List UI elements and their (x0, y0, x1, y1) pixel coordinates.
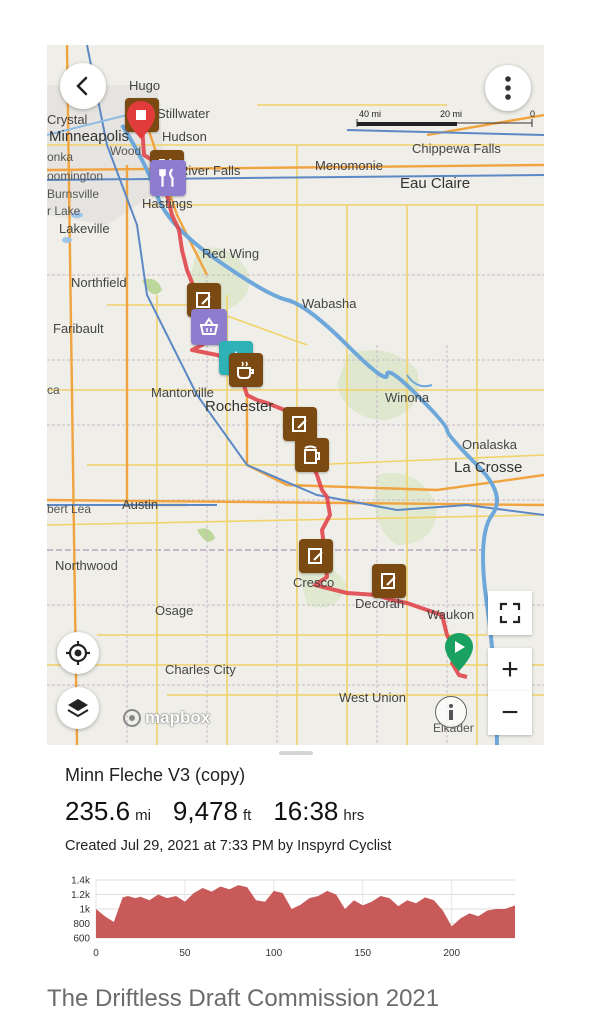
place-label-burnsville: Burnsville (47, 187, 100, 201)
distance-unit: mi (135, 807, 151, 824)
place-label-wabasha: Wabasha (302, 296, 357, 311)
notes-icon (308, 548, 323, 564)
poi-marker-notes[interactable] (372, 564, 406, 598)
place-label-la-crosse: La Crosse (454, 459, 523, 476)
place-label-winona: Winona (385, 390, 430, 405)
place-label-bloomington: oomington (47, 169, 104, 183)
scale-label-20: 20 mi (440, 109, 463, 119)
place-label-lakeville: Lakeville (59, 221, 110, 236)
y-tick-label: 1.4k (71, 876, 91, 887)
place-label-faribault: Faribault (53, 321, 104, 336)
place-label-albert-lea: bert Lea (47, 502, 92, 516)
layers-icon (67, 699, 89, 718)
x-tick-label: 50 (179, 948, 191, 959)
route-title: Minn Fleche V3 (copy) (65, 765, 246, 785)
place-label-northfield: Northfield (71, 275, 127, 290)
end-pin-icon (127, 101, 155, 139)
start-pin-icon (445, 633, 473, 671)
scale-label-40: 40 mi (359, 109, 382, 119)
place-label-rochester: Rochester (205, 398, 274, 415)
y-tick-label: 600 (73, 934, 90, 945)
place-label-minneapolis: Minneapolis (49, 128, 130, 145)
place-label-eau-claire: Eau Claire (400, 175, 471, 192)
basket-icon (199, 317, 219, 335)
route-start-pin[interactable] (445, 633, 473, 676)
mapbox-logo-icon (123, 709, 141, 727)
plus-icon: + (501, 653, 519, 686)
layers-button[interactable] (57, 687, 99, 729)
locate-target-icon (66, 641, 90, 665)
place-label-chippewa-falls: Chippewa Falls (412, 141, 501, 156)
place-label-wood: Wood (110, 144, 142, 158)
poi-marker-coffee[interactable] (229, 353, 263, 387)
place-label-waukon: Waukon (427, 607, 475, 622)
poi-marker-notes[interactable] (283, 407, 317, 441)
x-tick-label: 200 (443, 948, 460, 959)
place-label-prior-lake: r Lake (47, 204, 81, 218)
place-label-menomonie: Menomonie (315, 158, 383, 173)
notes-icon (381, 573, 396, 589)
place-label-onalaska: Onalaska (462, 437, 517, 452)
distance-value: 235.6 (65, 796, 131, 826)
place-label-cresco: Cresco (293, 575, 335, 590)
fullscreen-button[interactable] (488, 591, 532, 635)
x-tick-label: 100 (266, 948, 283, 959)
minus-icon: − (501, 696, 519, 729)
elevation-chart[interactable]: 1.4k 1.2k 1k 800 6000 50 100 150 200 (60, 872, 530, 968)
place-label-northwood: Northwood (55, 558, 118, 573)
zoom-out-button[interactable]: − (488, 691, 532, 735)
mapbox-attribution[interactable]: mapbox (122, 708, 210, 728)
place-label-stillwater: Stillwater (157, 106, 210, 121)
locate-button[interactable] (57, 632, 99, 674)
x-tick-label: 150 (354, 948, 371, 959)
collection-title: The Driftless Draft Commission 2021 (47, 985, 440, 1012)
scale-label-0: 0 (530, 109, 536, 119)
zoom-in-button[interactable]: + (488, 648, 532, 692)
poi-marker-restaurant[interactable] (150, 160, 186, 196)
place-label-crystal: Crystal (47, 112, 88, 127)
y-tick-label: 1.2k (71, 890, 91, 901)
poi-marker-shop[interactable] (191, 309, 227, 345)
place-label-hugo: Hugo (129, 78, 161, 93)
map-scale-bar (356, 119, 533, 127)
x-tick-label: 0 (93, 948, 99, 959)
place-label-charles-city: Charles City (165, 662, 236, 677)
mapbox-label: mapbox (145, 708, 211, 727)
elevation-gain-unit: ft (242, 807, 252, 824)
chevron-left-icon (76, 76, 88, 96)
route-map[interactable]: Hugo Stillwater Crystal Minneapolis Huds… (47, 45, 544, 745)
notes-icon (196, 292, 211, 308)
notes-icon (292, 416, 307, 432)
duration-unit: hrs (343, 807, 365, 824)
sheet-drag-handle[interactable] (279, 751, 313, 755)
more-options-button[interactable] (485, 65, 531, 111)
back-button[interactable] (60, 63, 106, 109)
coffee-icon (237, 361, 254, 379)
route-end-pin[interactable] (127, 101, 155, 144)
place-label-osage: Osage (155, 603, 194, 618)
created-info: Created Jul 29, 2021 at 7:33 PM by Inspy… (65, 838, 392, 854)
place-label-red-wing: Red Wing (202, 246, 260, 261)
place-label-decorah: Decorah (355, 596, 405, 611)
place-label-onka: onka (47, 150, 74, 164)
place-label-hudson: Hudson (162, 129, 207, 144)
fullscreen-icon (499, 602, 521, 624)
duration-value: 16:38 (273, 796, 339, 826)
poi-marker-beer[interactable] (295, 438, 329, 472)
map-info-button[interactable] (435, 696, 467, 728)
place-label-austin: Austin (122, 497, 159, 512)
place-label-west-union: West Union (339, 690, 406, 705)
y-tick-label: 1k (79, 905, 91, 916)
y-tick-label: 800 (73, 919, 90, 930)
place-label-ca: ca (47, 383, 60, 397)
info-icon (449, 704, 453, 720)
place-label-river-falls: River Falls (179, 163, 241, 178)
place-label-hastings: Hastings (142, 196, 193, 211)
beer-mug-icon (304, 445, 320, 464)
more-vertical-icon (505, 76, 511, 100)
route-stats: 235.6 mi 9,478 ft 16:38 hrs (65, 796, 386, 827)
fork-knife-icon (159, 168, 174, 187)
elevation-gain-value: 9,478 (172, 796, 238, 826)
poi-marker-notes[interactable] (299, 539, 333, 573)
